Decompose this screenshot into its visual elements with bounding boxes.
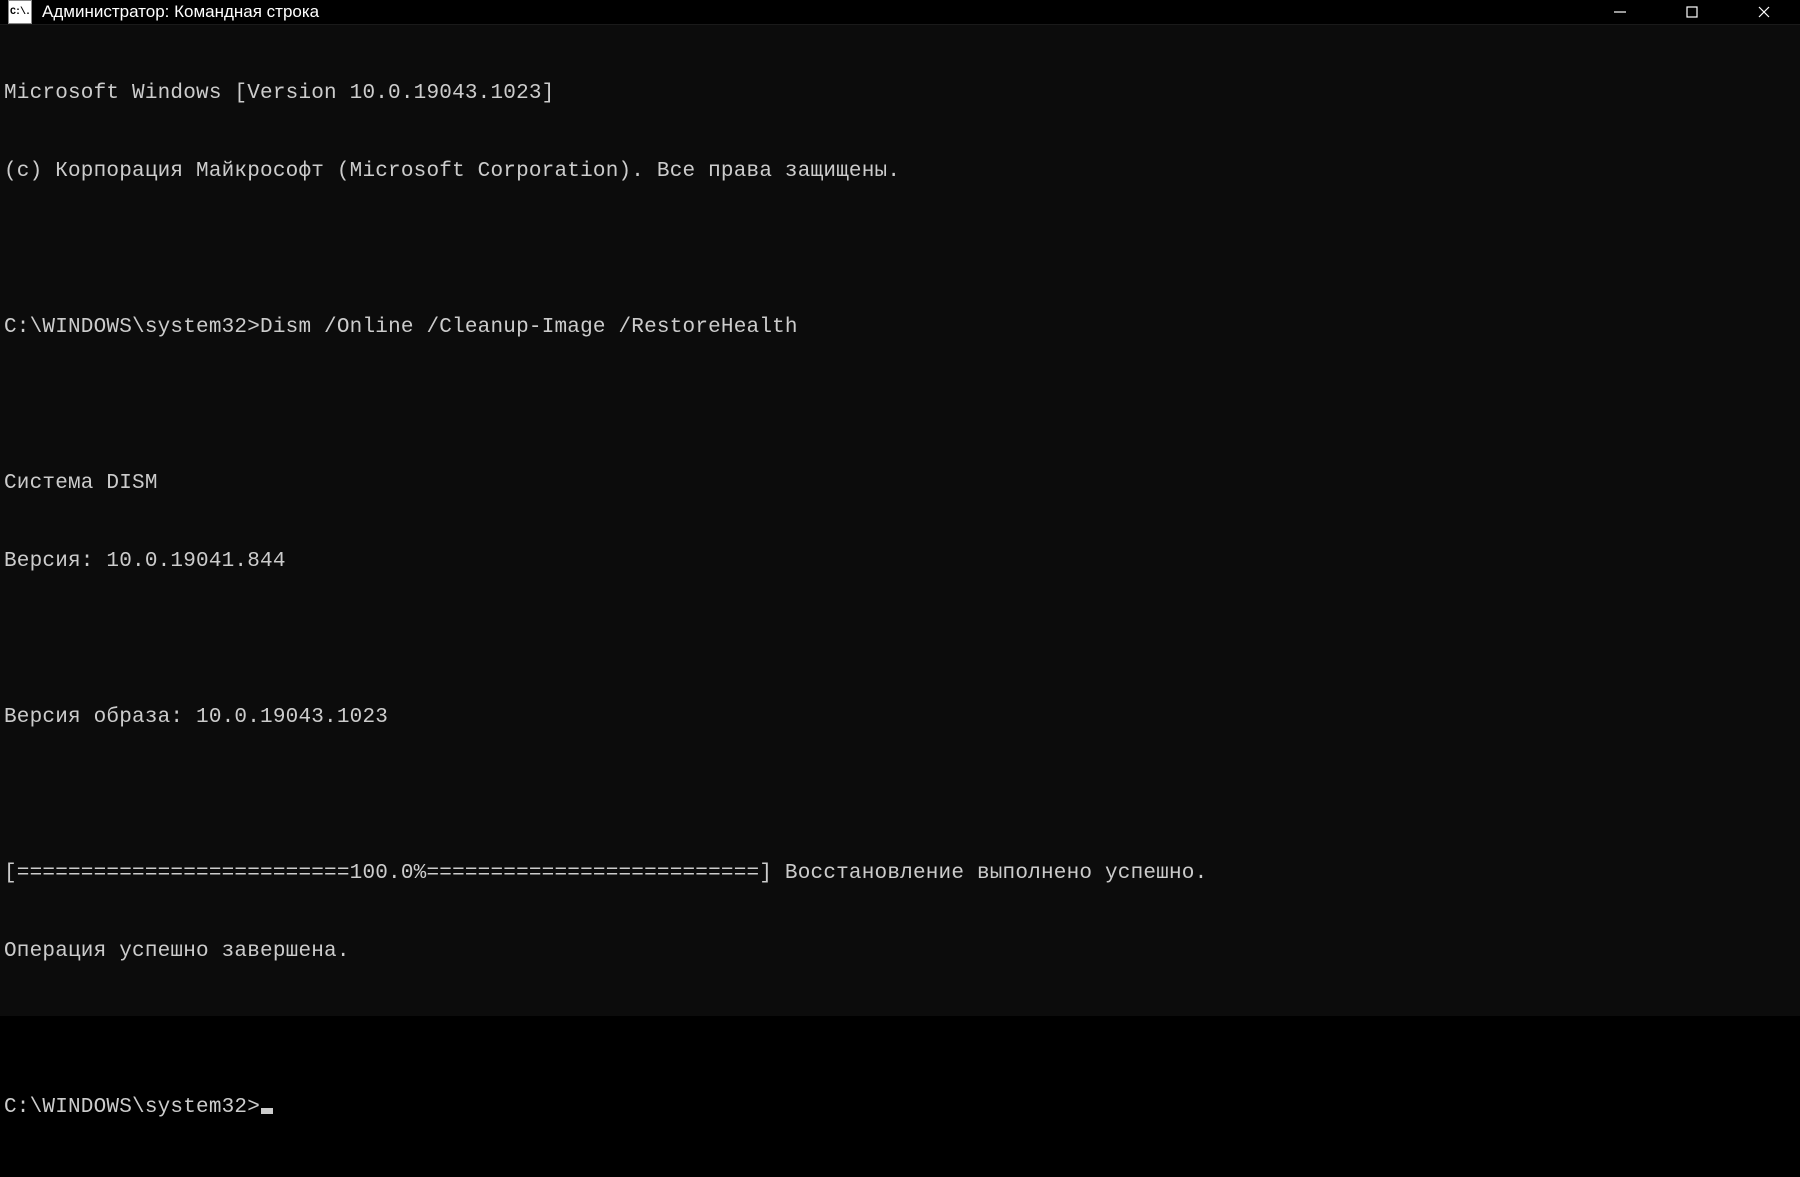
dism-title: Cистема DISM xyxy=(4,471,1796,497)
progress-line: [==========================100.0%=======… xyxy=(4,861,1796,887)
blank-line xyxy=(4,627,1796,653)
dism-version: Версия: 10.0.19041.844 xyxy=(4,549,1796,575)
header-line-1: Microsoft Windows [Version 10.0.19043.10… xyxy=(4,81,1796,107)
cmd-icon: C:\. xyxy=(8,0,32,24)
prompt-2: C:\WINDOWS\system32> xyxy=(4,1095,260,1121)
operation-complete: Операция успешно завершена. xyxy=(4,939,1796,965)
header-line-2: (c) Корпорация Майкрософт (Microsoft Cor… xyxy=(4,159,1796,185)
blank-line xyxy=(4,783,1796,809)
maximize-icon xyxy=(1685,5,1699,19)
command-prompt-window: C:\. Администратор: Командная строка Mic… xyxy=(0,0,1800,1016)
terminal-output-area[interactable]: Microsoft Windows [Version 10.0.19043.10… xyxy=(0,25,1800,1177)
blank-line xyxy=(4,1017,1796,1043)
titlebar[interactable]: C:\. Администратор: Командная строка xyxy=(0,0,1800,25)
close-icon xyxy=(1757,5,1771,19)
image-version: Версия образа: 10.0.19043.1023 xyxy=(4,705,1796,731)
prompt-1: C:\WINDOWS\system32> xyxy=(4,315,260,341)
window-title: Администратор: Командная строка xyxy=(42,2,1584,22)
minimize-button[interactable] xyxy=(1584,0,1656,24)
minimize-icon xyxy=(1613,5,1627,19)
cmd-icon-glyph: C:\. xyxy=(9,1,31,23)
blank-line xyxy=(4,393,1796,419)
command-line-1: C:\WINDOWS\system32>Dism /Online /Cleanu… xyxy=(4,315,1796,341)
close-button[interactable] xyxy=(1728,0,1800,24)
text-cursor xyxy=(261,1108,273,1114)
current-prompt-line: C:\WINDOWS\system32> xyxy=(4,1095,1796,1121)
blank-line xyxy=(4,237,1796,263)
maximize-button[interactable] xyxy=(1656,0,1728,24)
command-1: Dism /Online /Cleanup-Image /RestoreHeal… xyxy=(260,315,798,341)
window-controls xyxy=(1584,0,1800,24)
